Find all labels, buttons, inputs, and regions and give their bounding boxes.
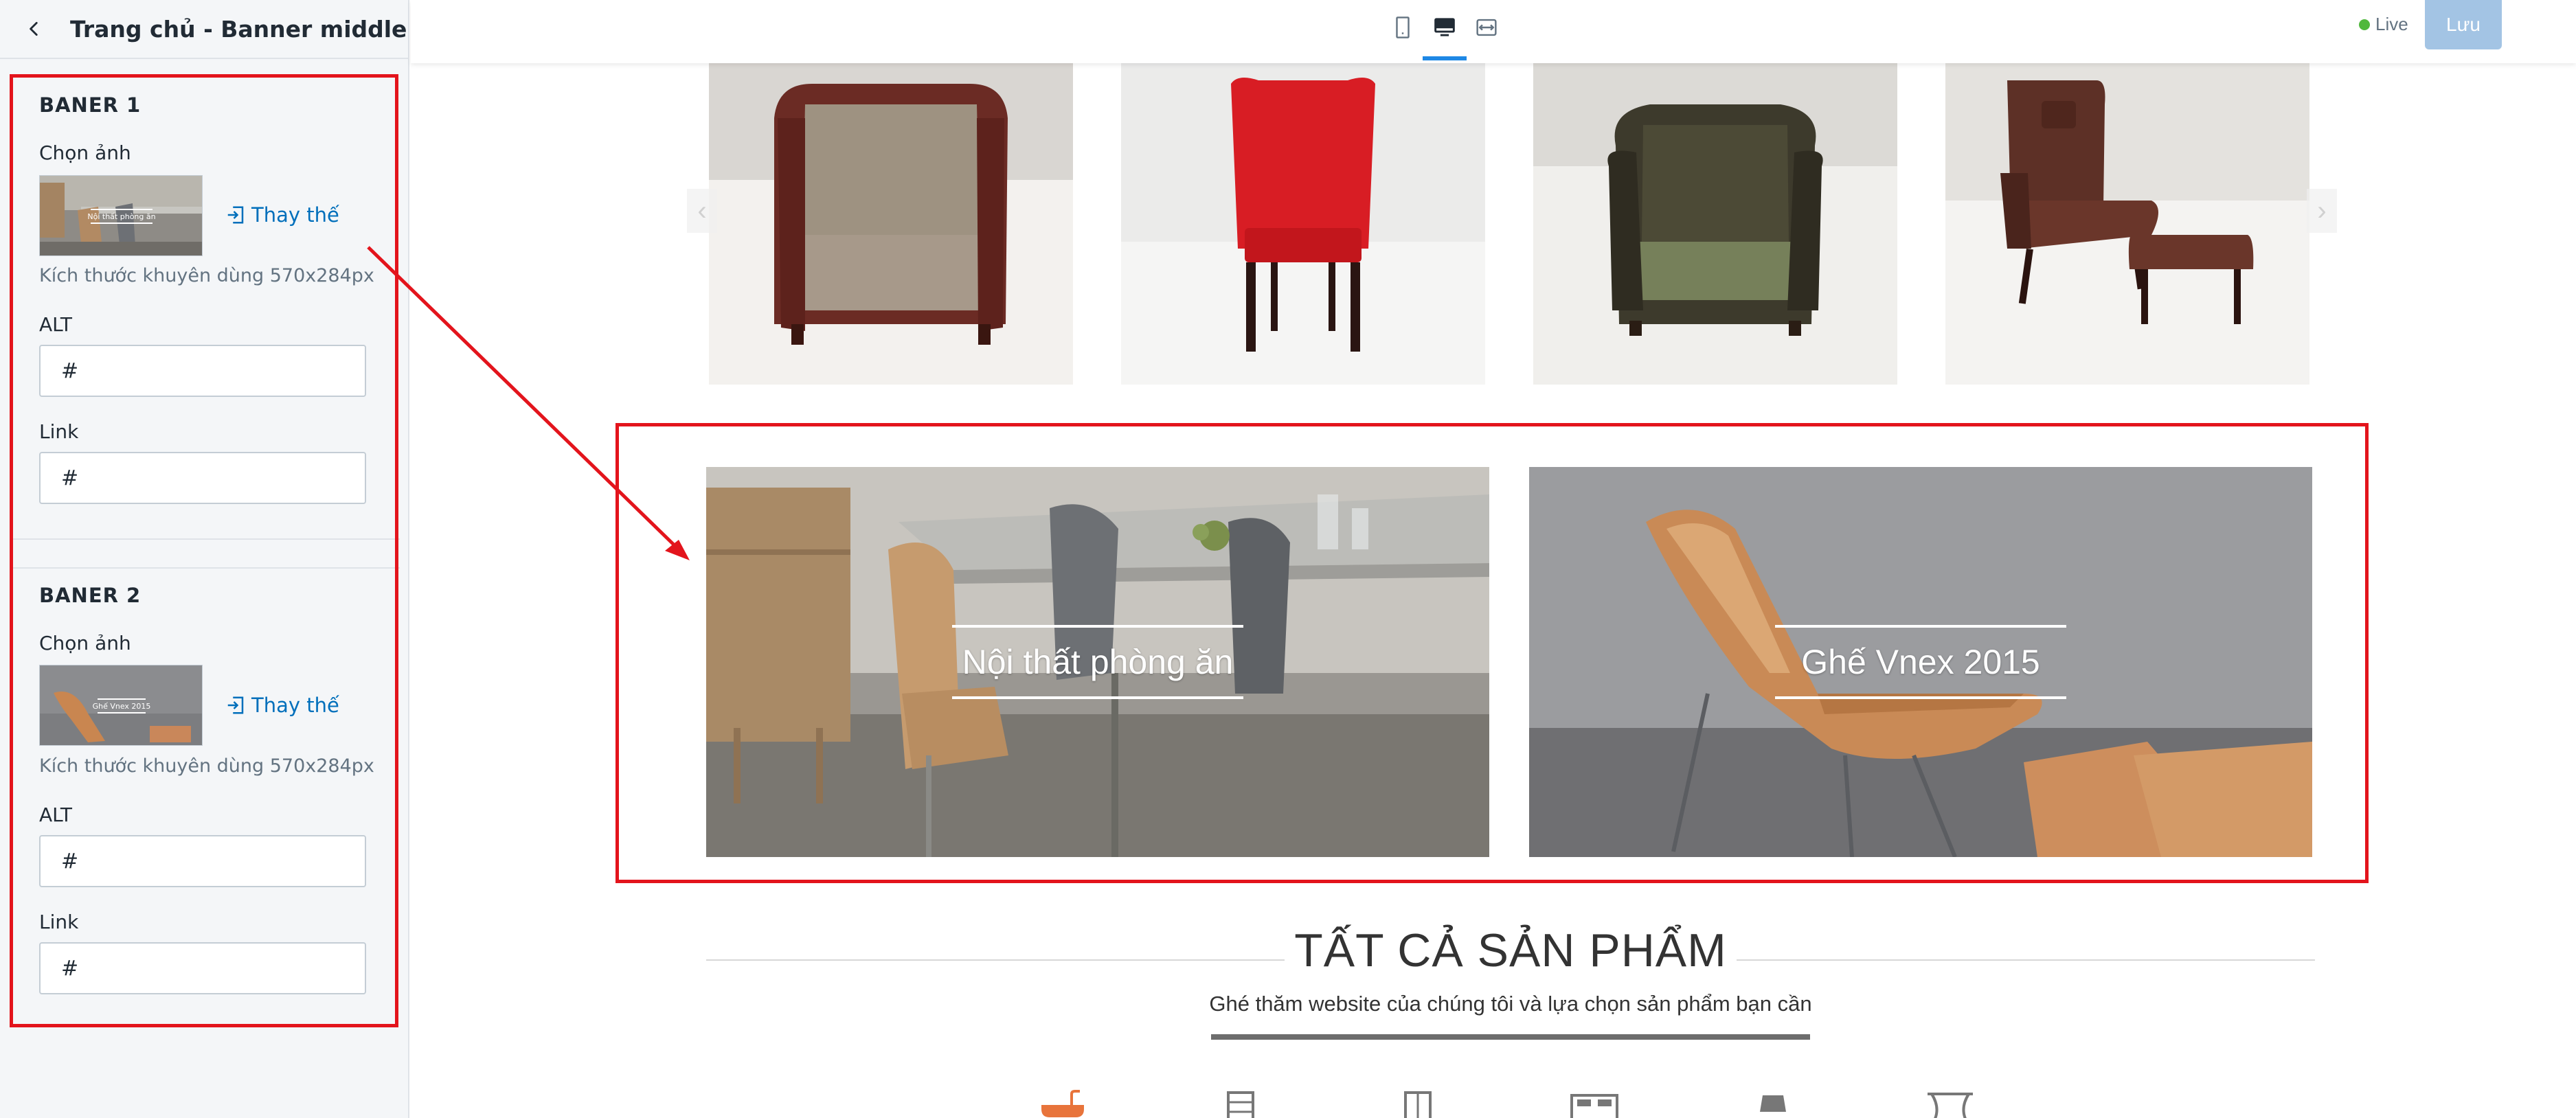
fullwidth-view-button[interactable]	[1469, 10, 1504, 45]
page-preview: ‹ › Nội thất phòng ăn Ghế Vnex 2015 TẤT …	[411, 0, 2576, 1118]
section-heading-block: TẤT CẢ SẢN PHẨM	[706, 924, 2315, 979]
annotation-highlight-panel	[10, 74, 398, 1027]
product-image-1[interactable]	[709, 63, 1073, 385]
carousel-prev-button[interactable]: ‹	[687, 189, 717, 233]
fullwidth-icon	[1476, 19, 1497, 36]
desktop-icon	[1434, 18, 1455, 36]
section-subtitle: Ghé thăm website của chúng tôi và lựa ch…	[1209, 992, 1812, 1016]
bookshelf-icon[interactable]	[1214, 1088, 1265, 1118]
curtain-icon[interactable]	[1925, 1088, 1976, 1118]
mobile-view-button[interactable]	[1385, 10, 1421, 45]
mobile-icon	[1396, 16, 1410, 38]
live-dot-icon	[2359, 19, 2370, 30]
settings-panel: Trang chủ - Banner middle BANER 1 Chọn ả…	[0, 0, 409, 1118]
product-image-3[interactable]	[1533, 63, 1897, 385]
section-underline	[1211, 1034, 1810, 1040]
section-heading: TẤT CẢ SẢN PHẨM	[1294, 924, 1727, 977]
chevron-left-icon	[30, 21, 38, 36]
wardrobe-icon[interactable]	[1392, 1088, 1443, 1118]
bathtub-icon[interactable]	[1037, 1088, 1088, 1118]
live-label: Live	[2375, 14, 2408, 34]
bed-icon[interactable]	[1569, 1088, 1620, 1118]
annotation-highlight-banners	[615, 423, 2369, 883]
toolbar: Live Lưu	[411, 0, 2576, 63]
active-device-indicator	[1423, 56, 1467, 60]
product-image-2[interactable]	[1121, 63, 1485, 385]
panel-header: Trang chủ - Banner middle	[0, 0, 408, 59]
carousel-next-button[interactable]: ›	[2307, 189, 2337, 233]
desktop-view-button[interactable]	[1427, 10, 1462, 45]
product-image-4[interactable]	[1945, 63, 2309, 385]
panel-title: Trang chủ - Banner middle	[70, 15, 407, 43]
live-status: Live	[2359, 14, 2408, 35]
save-button[interactable]: Lưu	[2425, 0, 2502, 49]
back-button[interactable]	[16, 11, 52, 47]
lamp-icon[interactable]	[1748, 1088, 1798, 1118]
